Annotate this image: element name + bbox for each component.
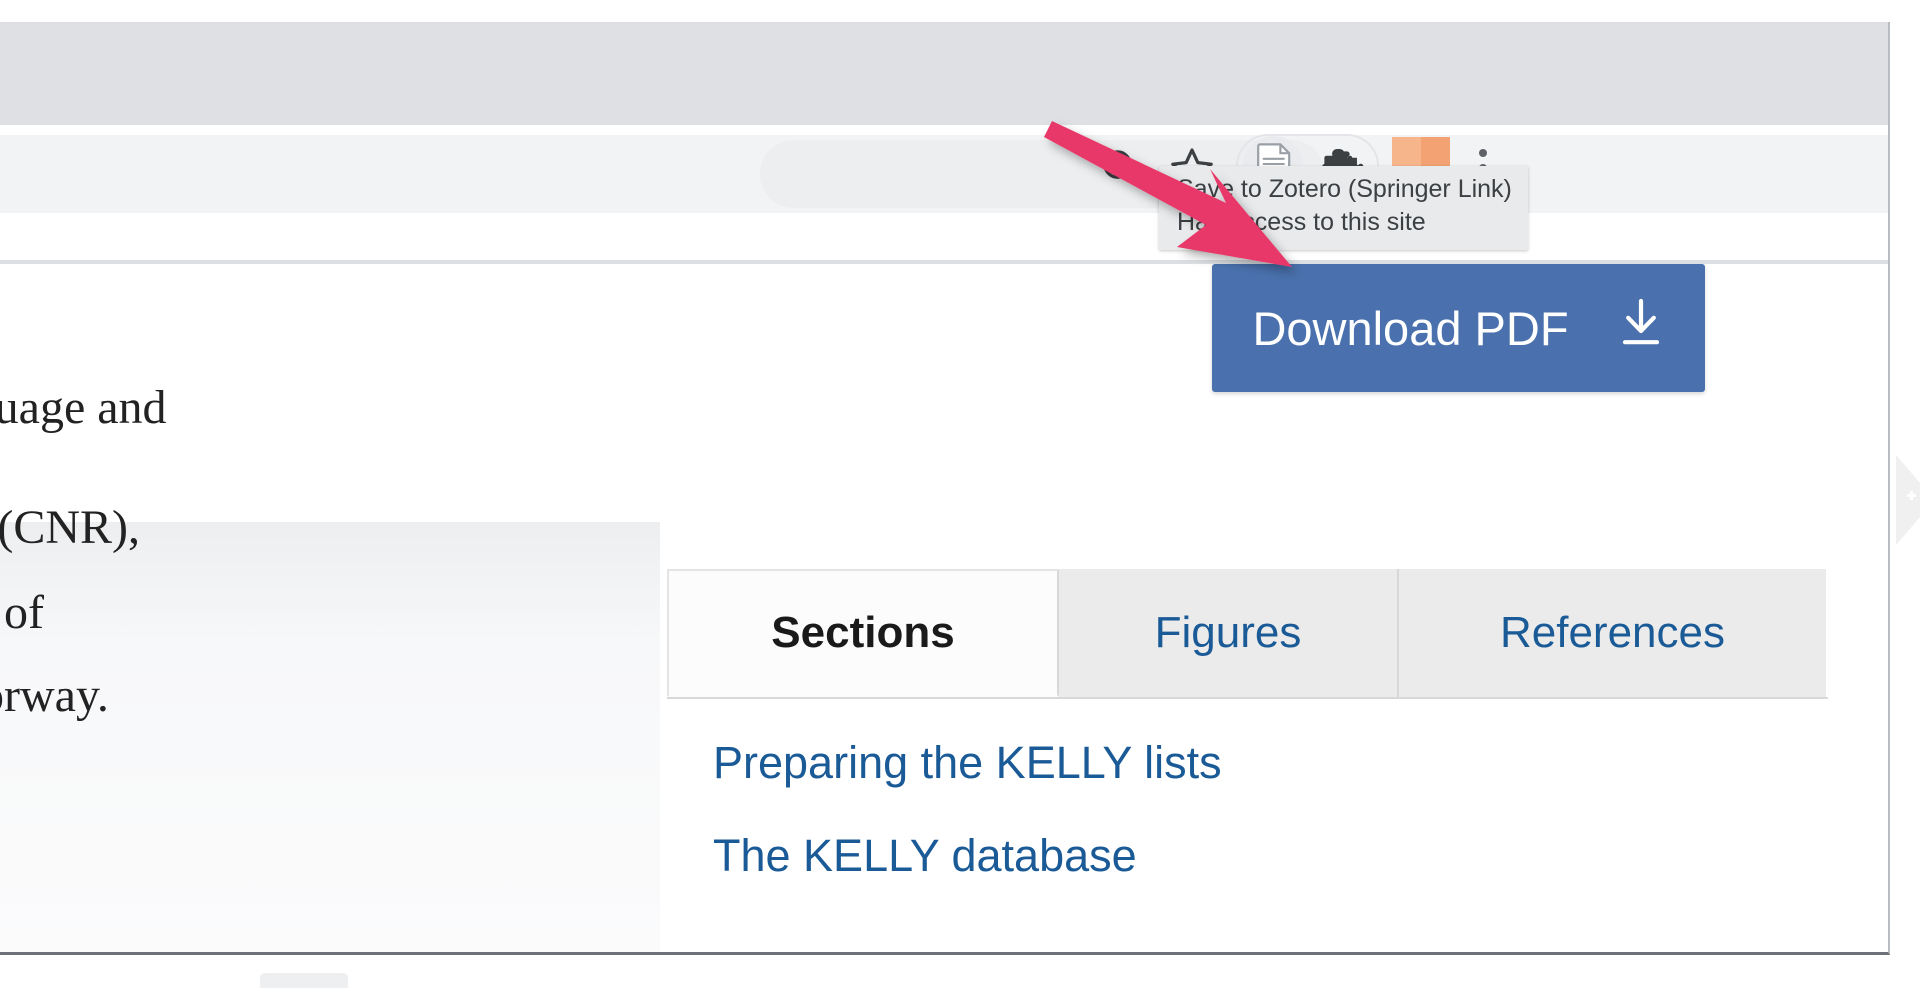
tab-references-label: References [1499,608,1725,657]
section-link-list: Preparing the KELLY lists The KELLY data… [713,739,1713,926]
download-pdf-button[interactable]: Download PDF [1212,264,1705,392]
section-link-preparing-kelly-lists[interactable]: Preparing the KELLY lists [713,739,1713,787]
tab-references[interactable]: References [1399,569,1826,697]
zoom-in-icon[interactable] [1093,140,1149,196]
screenshot-root: Download PDF language and l (CNR), y of … [0,0,1920,988]
tooltip-line-primary: Save to Zotero (Springer Link) [1177,175,1512,203]
tooltip-line-secondary: Has access to this site [1177,208,1426,237]
tab-sections[interactable]: Sections [667,569,1059,697]
browser-window: Download PDF language and l (CNR), y of … [0,22,1890,955]
avatar-quadrant [1421,137,1450,166]
menu-dot [1479,149,1487,157]
tab-figures-label: Figures [1154,608,1302,657]
tab-sections-label: Sections [771,608,955,657]
section-link-kelly-database[interactable]: The KELLY database [713,832,1713,880]
article-text-fragment: language and [0,381,167,434]
browser-tab-strip [0,22,1888,125]
download-pdf-label: Download PDF [1252,301,1569,355]
page-content: Download PDF language and l (CNR), y of … [0,264,1888,952]
article-text-fragment: l (CNR), [0,501,140,554]
article-text-fragment: orway. [0,669,109,722]
download-arrow-icon [1617,297,1665,360]
article-text-fragment: y of [0,586,44,639]
zotero-tooltip: Save to Zotero (Springer Link) Has acces… [1159,166,1528,250]
side-panel-expand-tab[interactable] [1896,455,1920,545]
toolbar-lower-strip [0,213,1888,258]
tab-figures[interactable]: Figures [1059,569,1399,697]
below-window-ghost-element [260,973,348,988]
article-nav-tabs: Sections Figures References [667,569,1828,699]
content-shade-overlay [0,522,660,952]
avatar-quadrant [1392,137,1421,166]
